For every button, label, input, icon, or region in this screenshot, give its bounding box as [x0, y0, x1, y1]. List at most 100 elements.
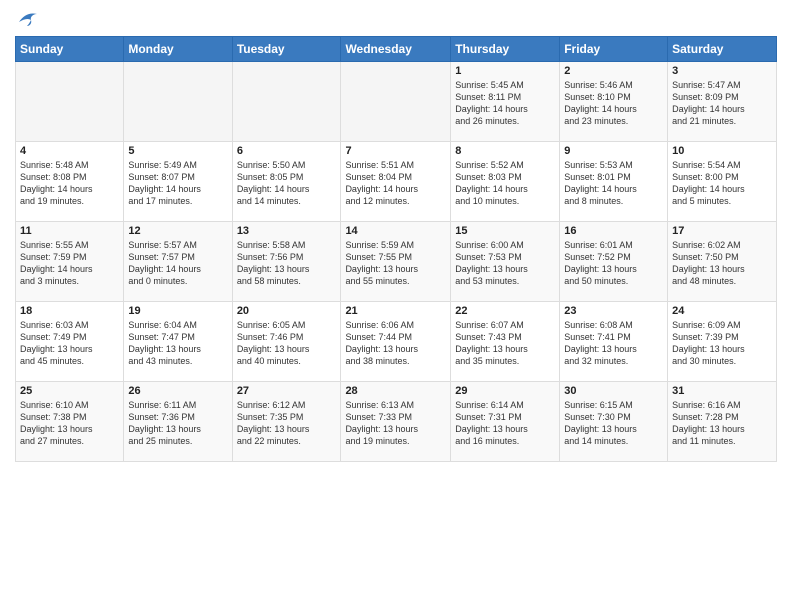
calendar-cell: [341, 62, 451, 142]
day-info: Sunrise: 5:55 AM Sunset: 7:59 PM Dayligh…: [20, 239, 119, 288]
day-of-week-header: Tuesday: [232, 37, 341, 62]
day-of-week-header: Friday: [560, 37, 668, 62]
day-number: 31: [672, 385, 772, 397]
calendar-cell: 22 Sunrise: 6:07 AM Sunset: 7:43 PM Dayli…: [451, 302, 560, 382]
day-info: Sunrise: 5:53 AM Sunset: 8:01 PM Dayligh…: [564, 159, 663, 208]
day-info: Sunrise: 5:49 AM Sunset: 8:07 PM Dayligh…: [128, 159, 227, 208]
calendar-cell: 1 Sunrise: 5:45 AM Sunset: 8:11 PM Daylig…: [451, 62, 560, 142]
day-number: 13: [237, 225, 337, 237]
calendar-cell: 21 Sunrise: 6:06 AM Sunset: 7:44 PM Dayli…: [341, 302, 451, 382]
calendar-cell: [124, 62, 232, 142]
day-info: Sunrise: 5:47 AM Sunset: 8:09 PM Dayligh…: [672, 79, 772, 128]
day-info: Sunrise: 5:46 AM Sunset: 8:10 PM Dayligh…: [564, 79, 663, 128]
calendar-week-row: 25 Sunrise: 6:10 AM Sunset: 7:38 PM Dayli…: [16, 382, 777, 462]
day-number: 7: [345, 145, 446, 157]
day-info: Sunrise: 5:51 AM Sunset: 8:04 PM Dayligh…: [345, 159, 446, 208]
day-info: Sunrise: 6:05 AM Sunset: 7:46 PM Dayligh…: [237, 319, 337, 368]
calendar-cell: 27 Sunrise: 6:12 AM Sunset: 7:35 PM Dayli…: [232, 382, 341, 462]
calendar-cell: 20 Sunrise: 6:05 AM Sunset: 7:46 PM Dayli…: [232, 302, 341, 382]
day-info: Sunrise: 6:00 AM Sunset: 7:53 PM Dayligh…: [455, 239, 555, 288]
calendar-cell: 15 Sunrise: 6:00 AM Sunset: 7:53 PM Dayli…: [451, 222, 560, 302]
day-info: Sunrise: 5:45 AM Sunset: 8:11 PM Dayligh…: [455, 79, 555, 128]
calendar-cell: 7 Sunrise: 5:51 AM Sunset: 8:04 PM Daylig…: [341, 142, 451, 222]
day-info: Sunrise: 5:58 AM Sunset: 7:56 PM Dayligh…: [237, 239, 337, 288]
calendar-cell: 8Sunrise: 5:52 AM Sunset: 8:03 PM Daylig…: [451, 142, 560, 222]
calendar-header-row: SundayMondayTuesdayWednesdayThursdayFrid…: [16, 37, 777, 62]
day-info: Sunrise: 6:07 AM Sunset: 7:43 PM Dayligh…: [455, 319, 555, 368]
calendar-cell: 26Sunrise: 6:11 AM Sunset: 7:36 PM Dayli…: [124, 382, 232, 462]
day-info: Sunrise: 5:54 AM Sunset: 8:00 PM Dayligh…: [672, 159, 772, 208]
logo-bird-icon: [17, 10, 39, 28]
calendar-cell: 19 Sunrise: 6:04 AM Sunset: 7:47 PM Dayli…: [124, 302, 232, 382]
day-number: 28: [345, 385, 446, 397]
calendar-week-row: 4 Sunrise: 5:48 AM Sunset: 8:08 PM Daylig…: [16, 142, 777, 222]
calendar-cell: 5 Sunrise: 5:49 AM Sunset: 8:07 PM Daylig…: [124, 142, 232, 222]
day-info: Sunrise: 6:12 AM Sunset: 7:35 PM Dayligh…: [237, 399, 337, 448]
day-info: Sunrise: 6:15 AM Sunset: 7:30 PM Dayligh…: [564, 399, 663, 448]
calendar-cell: 16Sunrise: 6:01 AM Sunset: 7:52 PM Dayli…: [560, 222, 668, 302]
page-header: [15, 10, 777, 28]
day-number: 29: [455, 385, 555, 397]
calendar-cell: 2Sunrise: 5:46 AM Sunset: 8:10 PM Daylig…: [560, 62, 668, 142]
calendar-week-row: 11Sunrise: 5:55 AM Sunset: 7:59 PM Dayli…: [16, 222, 777, 302]
day-number: 25: [20, 385, 119, 397]
calendar-cell: 29 Sunrise: 6:14 AM Sunset: 7:31 PM Dayli…: [451, 382, 560, 462]
calendar-cell: 30 Sunrise: 6:15 AM Sunset: 7:30 PM Dayli…: [560, 382, 668, 462]
day-info: Sunrise: 6:13 AM Sunset: 7:33 PM Dayligh…: [345, 399, 446, 448]
day-number: 24: [672, 305, 772, 317]
day-info: Sunrise: 6:14 AM Sunset: 7:31 PM Dayligh…: [455, 399, 555, 448]
calendar-cell: 13 Sunrise: 5:58 AM Sunset: 7:56 PM Dayli…: [232, 222, 341, 302]
day-info: Sunrise: 6:04 AM Sunset: 7:47 PM Dayligh…: [128, 319, 227, 368]
calendar-cell: 3Sunrise: 5:47 AM Sunset: 8:09 PM Daylig…: [668, 62, 777, 142]
day-info: Sunrise: 5:57 AM Sunset: 7:57 PM Dayligh…: [128, 239, 227, 288]
calendar-cell: [232, 62, 341, 142]
day-info: Sunrise: 5:48 AM Sunset: 8:08 PM Dayligh…: [20, 159, 119, 208]
day-of-week-header: Thursday: [451, 37, 560, 62]
day-info: Sunrise: 6:10 AM Sunset: 7:38 PM Dayligh…: [20, 399, 119, 448]
day-info: Sunrise: 6:16 AM Sunset: 7:28 PM Dayligh…: [672, 399, 772, 448]
calendar-cell: 14 Sunrise: 5:59 AM Sunset: 7:55 PM Dayli…: [341, 222, 451, 302]
day-info: Sunrise: 6:03 AM Sunset: 7:49 PM Dayligh…: [20, 319, 119, 368]
day-number: 17: [672, 225, 772, 237]
calendar-cell: 17 Sunrise: 6:02 AM Sunset: 7:50 PM Dayli…: [668, 222, 777, 302]
logo: [15, 10, 39, 28]
day-number: 4: [20, 145, 119, 157]
day-of-week-header: Saturday: [668, 37, 777, 62]
day-number: 10: [672, 145, 772, 157]
day-of-week-header: Wednesday: [341, 37, 451, 62]
day-number: 20: [237, 305, 337, 317]
day-info: Sunrise: 5:52 AM Sunset: 8:03 PM Dayligh…: [455, 159, 555, 208]
calendar-cell: 28 Sunrise: 6:13 AM Sunset: 7:33 PM Dayli…: [341, 382, 451, 462]
day-info: Sunrise: 6:02 AM Sunset: 7:50 PM Dayligh…: [672, 239, 772, 288]
day-number: 9: [564, 145, 663, 157]
day-number: 19: [128, 305, 227, 317]
day-number: 1: [455, 65, 555, 77]
day-number: 26: [128, 385, 227, 397]
day-number: 21: [345, 305, 446, 317]
day-number: 14: [345, 225, 446, 237]
day-info: Sunrise: 6:01 AM Sunset: 7:52 PM Dayligh…: [564, 239, 663, 288]
day-info: Sunrise: 6:09 AM Sunset: 7:39 PM Dayligh…: [672, 319, 772, 368]
day-number: 15: [455, 225, 555, 237]
calendar-cell: 11Sunrise: 5:55 AM Sunset: 7:59 PM Dayli…: [16, 222, 124, 302]
day-of-week-header: Sunday: [16, 37, 124, 62]
calendar-cell: 10 Sunrise: 5:54 AM Sunset: 8:00 PM Dayli…: [668, 142, 777, 222]
day-number: 27: [237, 385, 337, 397]
calendar-cell: 6 Sunrise: 5:50 AM Sunset: 8:05 PM Daylig…: [232, 142, 341, 222]
calendar-cell: 12 Sunrise: 5:57 AM Sunset: 7:57 PM Dayli…: [124, 222, 232, 302]
day-number: 22: [455, 305, 555, 317]
day-info: Sunrise: 6:06 AM Sunset: 7:44 PM Dayligh…: [345, 319, 446, 368]
calendar-cell: 24 Sunrise: 6:09 AM Sunset: 7:39 PM Dayli…: [668, 302, 777, 382]
day-number: 18: [20, 305, 119, 317]
calendar-cell: 9 Sunrise: 5:53 AM Sunset: 8:01 PM Daylig…: [560, 142, 668, 222]
day-number: 5: [128, 145, 227, 157]
calendar-cell: 4 Sunrise: 5:48 AM Sunset: 8:08 PM Daylig…: [16, 142, 124, 222]
calendar-cell: 18 Sunrise: 6:03 AM Sunset: 7:49 PM Dayli…: [16, 302, 124, 382]
day-number: 30: [564, 385, 663, 397]
day-number: 12: [128, 225, 227, 237]
day-info: Sunrise: 5:50 AM Sunset: 8:05 PM Dayligh…: [237, 159, 337, 208]
day-info: Sunrise: 5:59 AM Sunset: 7:55 PM Dayligh…: [345, 239, 446, 288]
calendar-table: SundayMondayTuesdayWednesdayThursdayFrid…: [15, 36, 777, 462]
calendar-cell: 25 Sunrise: 6:10 AM Sunset: 7:38 PM Dayli…: [16, 382, 124, 462]
day-number: 6: [237, 145, 337, 157]
